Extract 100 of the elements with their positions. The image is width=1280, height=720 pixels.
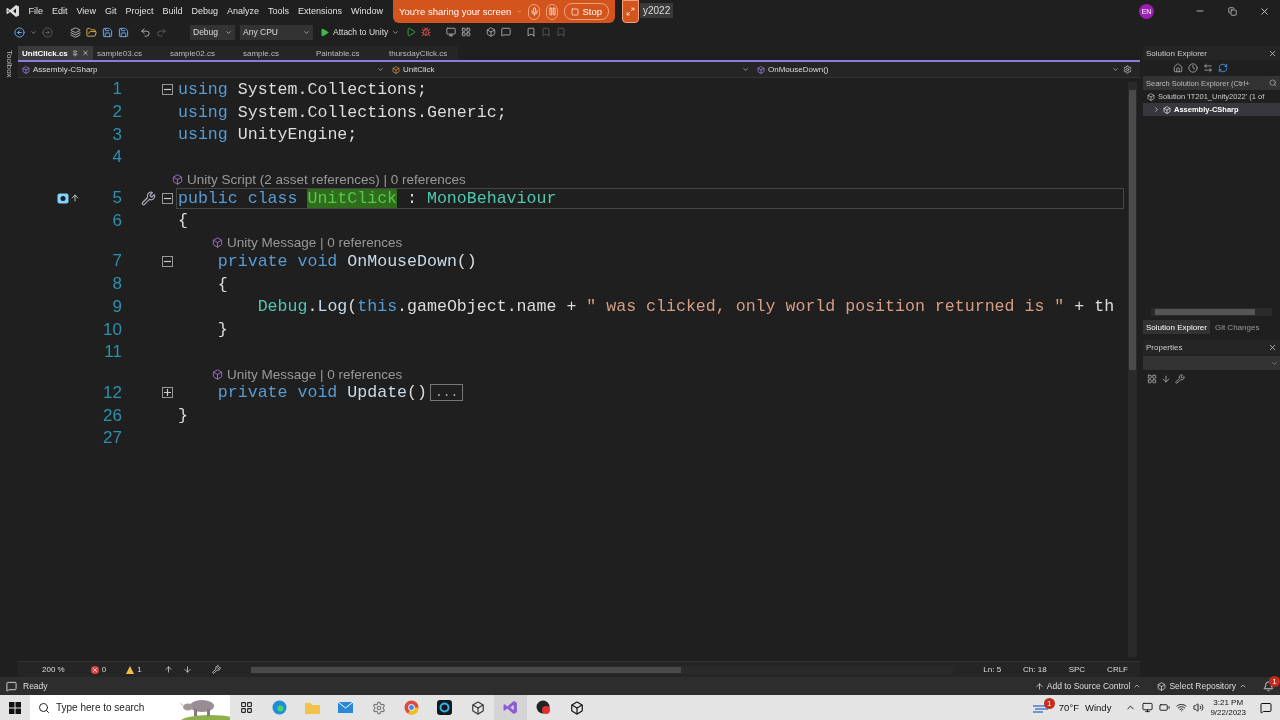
line-ending-indicator[interactable]: CRLF [1101, 665, 1134, 674]
menu-item[interactable]: Project [120, 6, 158, 16]
file-tab[interactable]: UnitClick.cs [18, 46, 93, 60]
repository-button[interactable]: Select Repository [1157, 681, 1247, 691]
taskbar-search-field[interactable]: Type here to search [30, 695, 230, 720]
browser-icon [404, 700, 419, 715]
search-icon [38, 701, 50, 714]
back-icon[interactable] [14, 26, 25, 38]
warning-count[interactable]: 1 [137, 665, 142, 674]
save-icon[interactable] [102, 26, 113, 38]
close-icon[interactable] [1268, 342, 1277, 352]
expand-button[interactable] [161, 387, 173, 399]
down-arrow-icon[interactable] [182, 665, 192, 674]
collapse-button[interactable] [161, 83, 173, 95]
horizontal-scrollbar[interactable] [1151, 308, 1272, 317]
close-icon[interactable] [1268, 48, 1277, 58]
error-count[interactable]: 0 [101, 665, 107, 674]
type-dropdown[interactable]: UnitClick [388, 62, 753, 77]
line-number: 27 [102, 428, 122, 449]
gear-icon [371, 700, 386, 715]
sort-icon[interactable] [1161, 374, 1171, 385]
temperature[interactable]: 70°F [1058, 702, 1079, 713]
comment-icon[interactable] [501, 27, 512, 37]
settings-icon[interactable] [1123, 65, 1132, 74]
bookmark-icon[interactable] [57, 192, 69, 204]
weather-text[interactable]: Windy [1085, 702, 1112, 713]
menu-item[interactable]: Analyze [222, 6, 264, 16]
menu-item[interactable]: Extensions [293, 6, 347, 16]
file-tab[interactable]: Paintable.cs [312, 46, 385, 60]
sharing-message[interactable]: You're sharing your screen [399, 6, 512, 17]
project-dropdown[interactable]: Assembly-CSharp [18, 62, 388, 77]
wind-icon[interactable] [1032, 702, 1049, 713]
monitor-icon[interactable] [1142, 702, 1154, 713]
notifications-icon[interactable] [1260, 701, 1272, 714]
menu-item[interactable]: Tools [263, 6, 294, 16]
play-icon[interactable] [406, 27, 417, 37]
clock-icon[interactable] [1188, 63, 1198, 73]
configuration-dropdown[interactable]: Debug [190, 24, 235, 40]
panel-tab[interactable]: Git Changes [1211, 320, 1263, 335]
platform-dropdown[interactable]: Any CPU [240, 24, 313, 40]
code-lens[interactable]: Unity Script (2 asset references) | 0 references [187, 171, 466, 187]
file-tab[interactable]: sample.cs [239, 46, 312, 60]
bell-icon[interactable] [1263, 680, 1274, 692]
horizontal-scrollbar[interactable] [250, 665, 954, 674]
caret-icon [742, 66, 749, 73]
battery-icon[interactable] [1159, 702, 1171, 713]
project-icon [1147, 92, 1155, 101]
vertical-scrollbar[interactable] [1128, 82, 1137, 657]
caret-icon[interactable] [30, 28, 37, 36]
undo-icon[interactable] [140, 26, 151, 38]
cube-icon[interactable] [486, 27, 497, 37]
wifi-icon[interactable] [1176, 702, 1188, 713]
menu-item[interactable]: Build [157, 6, 187, 16]
attach-button[interactable]: Attach to Unity [318, 27, 402, 37]
home-icon[interactable] [1173, 63, 1183, 73]
line-indicator[interactable]: Ln: 5 [977, 665, 1008, 674]
pin-icon[interactable] [71, 49, 78, 57]
collapse-button[interactable] [161, 192, 173, 204]
code-lens[interactable]: Unity Message | 0 references [227, 366, 403, 382]
bookmark-icon[interactable] [526, 27, 537, 37]
collapse-button[interactable] [161, 255, 173, 267]
file-tab[interactable]: sample03.cs [93, 46, 166, 60]
wrench-icon[interactable] [1175, 374, 1185, 385]
menu-item[interactable]: Edit [47, 6, 73, 16]
output-icon[interactable] [6, 680, 17, 692]
menu-item[interactable]: File [24, 6, 48, 16]
panel-tab[interactable]: Solution Explorer [1143, 320, 1210, 335]
code-line: } [177, 405, 189, 427]
volume-icon[interactable] [1193, 702, 1205, 713]
zoom-level[interactable]: 200 % [42, 665, 65, 674]
collapsed-code[interactable]: ... [429, 384, 464, 402]
grid-icon[interactable] [1147, 374, 1157, 385]
menu-item[interactable]: Window [346, 6, 388, 16]
member-dropdown[interactable]: OnMouseDown() [753, 62, 1123, 77]
menu-item[interactable]: Git [100, 6, 121, 16]
close-icon[interactable] [81, 49, 89, 57]
monitor-icon[interactable] [446, 27, 457, 37]
refresh-icon[interactable] [1218, 63, 1228, 73]
stop-button[interactable]: Stop [564, 3, 609, 20]
file-tab[interactable]: thursdayClick.cs [385, 46, 458, 60]
file-tab[interactable]: sample02.cs [166, 46, 239, 60]
new-item-icon[interactable] [70, 26, 81, 38]
whitespace-indicator[interactable]: SPC [1062, 665, 1092, 674]
bug-icon[interactable] [421, 27, 432, 37]
toolbox-tab[interactable]: Toolbox [4, 50, 14, 78]
menu-item[interactable]: Debug [186, 6, 223, 16]
sync-icon[interactable] [1203, 63, 1213, 73]
code-lens[interactable]: Unity Message | 0 references [227, 235, 403, 251]
menu-item[interactable]: View [72, 6, 101, 16]
task-view-icon [240, 701, 253, 714]
source-control-button[interactable]: Add to Source Control [1034, 681, 1142, 691]
method-icon [757, 65, 765, 74]
clock-time[interactable]: 3:21 PM [1213, 697, 1244, 708]
column-indicator[interactable]: Ch: 18 [1017, 665, 1053, 674]
caret-icon[interactable] [1153, 106, 1160, 113]
folder-icon[interactable] [86, 26, 97, 38]
save-all-icon[interactable] [118, 26, 129, 38]
grid-icon[interactable] [461, 27, 472, 37]
clock-date[interactable]: 9/22/2023 [1210, 707, 1246, 718]
up-arrow-icon[interactable] [163, 665, 173, 674]
